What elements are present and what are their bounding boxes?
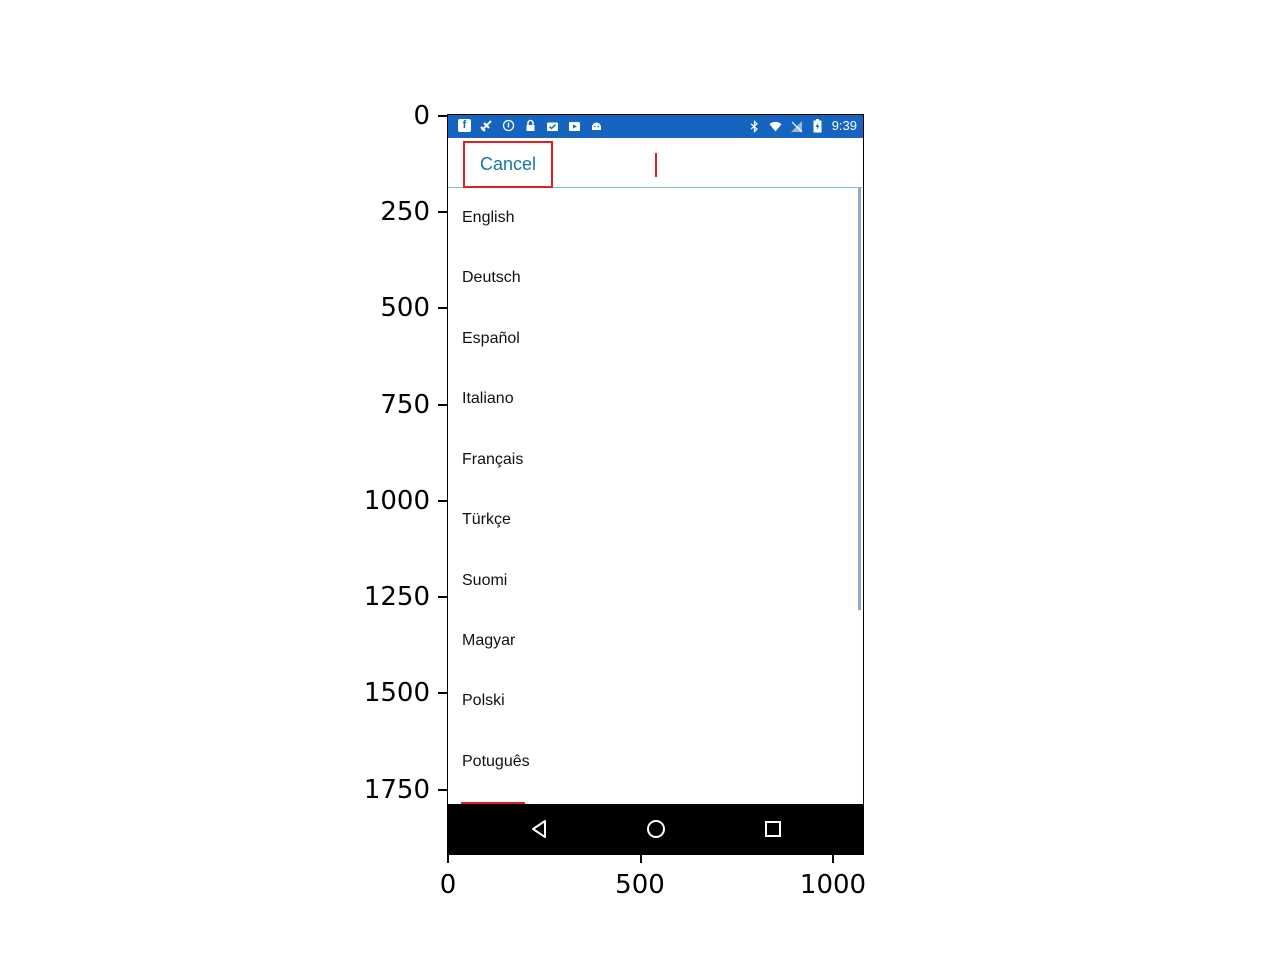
y-tick (438, 789, 447, 791)
x-tick-label: 500 (615, 870, 665, 900)
recents-icon[interactable] (760, 816, 786, 842)
x-tick (832, 854, 834, 863)
y-tick (438, 500, 447, 502)
briefcase-check-icon (546, 119, 559, 132)
no-signal-icon (790, 120, 803, 133)
y-tick-label: 1500 (363, 678, 430, 708)
system-icons: 9:39 (748, 119, 857, 133)
language-item-espanol[interactable]: Español (448, 309, 858, 369)
battery-charging-icon (811, 119, 824, 133)
y-tick-label: 1750 (363, 775, 430, 805)
back-icon[interactable] (526, 816, 552, 842)
language-item-portugues[interactable]: Potuguês (448, 732, 858, 792)
list-scrollbar[interactable] (858, 188, 861, 610)
language-picker-toolbar: Cancel (448, 138, 863, 188)
y-tick-label: 1000 (363, 486, 430, 516)
language-item-francais[interactable]: Français (448, 430, 858, 490)
satellite-icon (480, 119, 493, 132)
x-tick (640, 854, 642, 863)
y-tick-label: 0 (413, 101, 430, 131)
y-tick-label: 500 (380, 293, 430, 323)
text-cursor-marker (655, 153, 657, 177)
x-tick (447, 854, 449, 863)
y-tick (438, 307, 447, 309)
screenshot-stage: 0 250 500 750 1000 1250 1500 1750 0 500 … (0, 0, 1280, 960)
status-bar: f 9:39 (448, 115, 863, 138)
y-tick (438, 115, 447, 117)
language-list[interactable]: English Deutsch Español Italiano Françai… (448, 188, 863, 805)
android-icon (590, 119, 603, 132)
x-tick-label: 1000 (799, 870, 867, 900)
language-item-english[interactable]: English (448, 188, 858, 248)
y-tick-label: 750 (380, 390, 430, 420)
language-item-turkce[interactable]: Türkçe (448, 490, 858, 550)
navigation-bar (448, 804, 863, 854)
clock-time: 9:39 (831, 118, 857, 133)
facebook-icon: f (458, 119, 471, 132)
language-item-deutsch[interactable]: Deutsch (448, 248, 858, 308)
language-item-polski[interactable]: Polski (448, 671, 858, 731)
language-item-magyar[interactable]: Magyar (448, 611, 858, 671)
phone-screen: f 9:39 Cancel English Deutsch Español It… (447, 114, 864, 855)
y-tick-label: 250 (380, 197, 430, 227)
home-icon[interactable] (643, 816, 669, 842)
info-icon (502, 119, 515, 132)
bluetooth-icon (748, 119, 761, 133)
y-tick (438, 404, 447, 406)
youtube-icon (568, 119, 581, 132)
y-tick (438, 596, 447, 598)
language-item-suomi[interactable]: Suomi (448, 551, 858, 611)
wifi-icon (769, 120, 782, 133)
y-tick (438, 692, 447, 694)
y-tick (438, 211, 447, 213)
lock-icon (524, 119, 537, 132)
x-tick-label: 0 (439, 870, 457, 900)
notification-icons: f (458, 119, 603, 132)
language-item-italiano[interactable]: Italiano (448, 369, 858, 429)
cancel-button[interactable]: Cancel (463, 141, 553, 188)
y-tick-label: 1250 (363, 582, 430, 612)
